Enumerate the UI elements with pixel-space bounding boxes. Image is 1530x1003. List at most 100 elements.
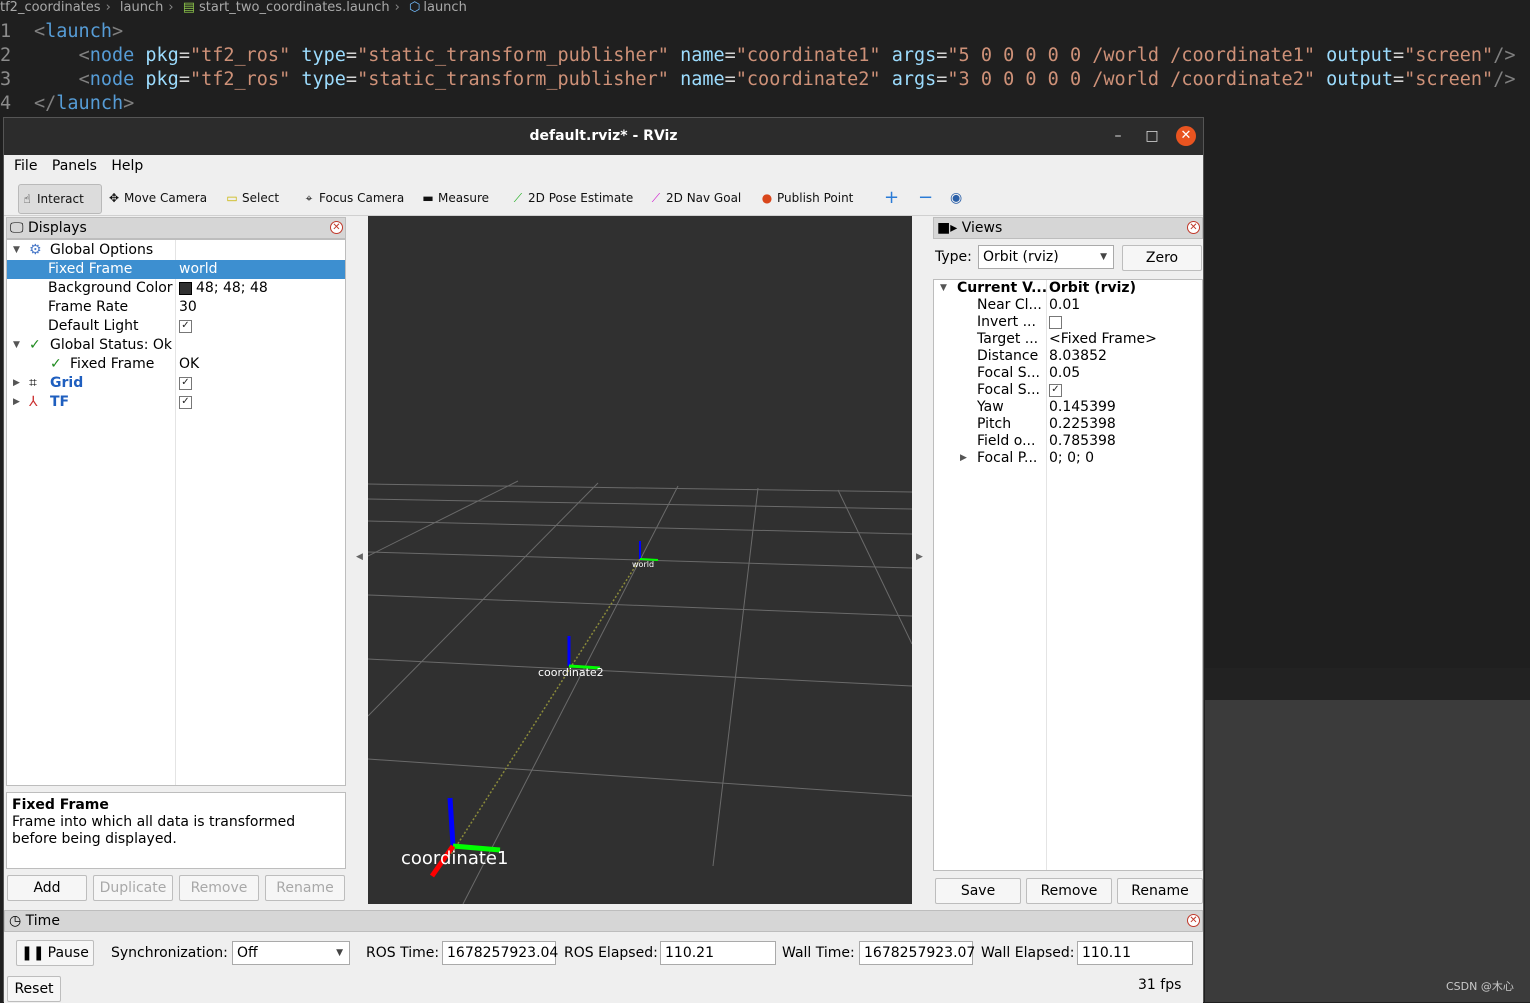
menu-help[interactable]: Help [111, 158, 143, 174]
coordinate2-frame-axes [567, 636, 601, 670]
ros-elapsed-label: ROS Elapsed: [564, 945, 658, 961]
minus-icon[interactable]: − [918, 184, 938, 212]
measure-button[interactable]: ▬ Measure [420, 184, 489, 212]
remove-view-button[interactable]: Remove [1026, 878, 1112, 904]
reset-button[interactable]: Reset [7, 976, 61, 1002]
breadcrumb-item[interactable]: launch [120, 0, 163, 15]
nav-goal-button[interactable]: ⟋ 2D Nav Goal [648, 184, 741, 212]
menu-file[interactable]: File [14, 158, 37, 174]
watermark: CSDN @木心 [1446, 980, 1514, 993]
plus-icon[interactable]: + [884, 184, 904, 212]
check-icon: ✓ [50, 356, 62, 372]
add-button[interactable]: Add [7, 875, 87, 901]
tree-row-target[interactable]: Target ... <Fixed Frame> [934, 331, 1202, 348]
wall-elapsed-label: Wall Elapsed: [981, 945, 1075, 961]
breadcrumb-item[interactable]: start_two_coordinates.launch [199, 0, 390, 15]
tree-row-tf[interactable]: ▶ ⅄ TF ✓ [7, 393, 345, 412]
pose-estimate-button[interactable]: ⟋ 2D Pose Estimate [510, 184, 634, 212]
tf-checkbox[interactable]: ✓ [179, 395, 192, 409]
close-panel-icon[interactable]: ✕ [1187, 914, 1200, 927]
tree-row-status-fixed-frame[interactable]: ✓ Fixed Frame OK [7, 355, 345, 374]
focal-shape-checkbox[interactable]: ✓ [1049, 383, 1062, 397]
tree-row-default-light[interactable]: Default Light ✓ [7, 317, 345, 336]
3d-viewport[interactable]: world coordinate2 coordinate1 [368, 216, 912, 904]
code-line[interactable]: 4 </launch> [0, 92, 134, 116]
sync-select[interactable]: Off ▼ [232, 941, 350, 965]
select-button[interactable]: ▭ Select [224, 184, 279, 212]
tree-row-fixed-frame[interactable]: Fixed Frame world [7, 260, 345, 279]
tree-row-field-of-view[interactable]: Field o... 0.785398 [934, 433, 1202, 450]
symbol-icon: ⬡ [409, 0, 421, 15]
ruler-icon: ▬ [422, 191, 434, 205]
axes-icon: ⅄ [29, 394, 38, 410]
eye-icon[interactable]: ◉ [950, 184, 974, 212]
move-camera-button[interactable]: ✥ Move Camera [106, 184, 207, 212]
tree-row-pitch[interactable]: Pitch 0.225398 [934, 416, 1202, 433]
interact-button[interactable]: ☝ Interact [18, 184, 102, 214]
displays-header: 🖵 Displays ✕ [6, 217, 346, 239]
close-icon[interactable]: ✕ [1176, 126, 1196, 146]
remove-button[interactable]: Remove [179, 875, 259, 901]
title-bar[interactable]: default.rviz* - RViz – □ ✕ [4, 118, 1203, 155]
zero-button[interactable]: Zero [1122, 245, 1202, 271]
ros-elapsed-field[interactable]: 110.21 [660, 941, 776, 965]
chevron-down-icon: ▼ [336, 948, 343, 958]
displays-tree: ▼ ⚙ Global Options Fixed Frame world Backgr… [6, 239, 346, 786]
grid-icon: ⌗ [29, 375, 37, 391]
views-header: ■▸ Views ✕ [933, 217, 1203, 239]
code-line[interactable]: 2 <node pkg="tf2_ros" type="static_trans… [0, 44, 1515, 68]
sync-label: Synchronization: [111, 945, 228, 961]
pause-button[interactable]: ❚❚ Pause [16, 940, 94, 966]
duplicate-button[interactable]: Duplicate [93, 875, 173, 901]
tree-row-grid[interactable]: ▶ ⌗ Grid ✓ [7, 374, 345, 393]
invert-checkbox[interactable] [1049, 315, 1062, 329]
menu-panels[interactable]: Panels [52, 158, 97, 174]
close-panel-icon[interactable]: ✕ [1187, 221, 1200, 234]
breadcrumb: tf2_coordinates › launch › ▤ start_two_coor… [0, 0, 467, 15]
maximize-icon[interactable]: □ [1142, 126, 1162, 146]
wall-time-field[interactable]: 1678257923.07 [859, 941, 975, 965]
tree-row-invert[interactable]: Invert ... [934, 314, 1202, 331]
code-editor: tf2_coordinates › launch › ▤ start_two_coor… [0, 0, 1530, 117]
tree-row-focal-shape-fixed[interactable]: Focal S... ✓ [934, 382, 1202, 399]
background-panel [1205, 700, 1530, 1002]
gear-icon: ⚙ [29, 242, 42, 258]
world-frame-axes [639, 541, 659, 561]
collapse-left-icon[interactable]: ◀ [356, 552, 363, 562]
minimize-icon[interactable]: – [1108, 126, 1128, 146]
rename-button[interactable]: Rename [265, 875, 345, 901]
code-line[interactable]: 1 <launch> [0, 20, 123, 44]
ros-time-field[interactable]: 1678257923.04 [442, 941, 558, 965]
tree-row-global-status[interactable]: ▼ ✓ Global Status: Ok [7, 336, 345, 355]
collapse-right-icon[interactable]: ▶ [916, 552, 923, 562]
tree-row-distance[interactable]: Distance 8.03852 [934, 348, 1202, 365]
tree-row-near-clip[interactable]: Near Cl... 0.01 [934, 297, 1202, 314]
tree-row-focal-shape-size[interactable]: Focal S... 0.05 [934, 365, 1202, 382]
tree-row-focal-point[interactable]: ▶ Focal P... 0; 0; 0 [934, 450, 1202, 467]
grid-checkbox[interactable]: ✓ [179, 376, 192, 390]
tree-row-yaw[interactable]: Yaw 0.145399 [934, 399, 1202, 416]
green-arrow-icon: ⟋ [513, 191, 523, 205]
tree-row-global-options[interactable]: ▼ ⚙ Global Options [7, 241, 345, 260]
tree-row-background-color[interactable]: Background Color 48; 48; 48 [7, 279, 345, 298]
wall-elapsed-field[interactable]: 110.11 [1077, 941, 1193, 965]
close-panel-icon[interactable]: ✕ [330, 221, 343, 234]
rename-view-button[interactable]: Rename [1117, 878, 1203, 904]
tree-row-current-view[interactable]: ▼ Current V... Orbit (rviz) [934, 280, 1202, 297]
color-swatch[interactable] [179, 281, 192, 295]
chevron-down-icon: ▼ [1100, 252, 1107, 262]
time-header: ◷ Time ✕ [4, 910, 1203, 932]
focus-camera-button[interactable]: ⌖ Focus Camera [301, 184, 405, 212]
code-line[interactable]: 3 <node pkg="tf2_ros" type="static_trans… [0, 68, 1515, 92]
viewport-canvas[interactable]: world coordinate2 coordinate1 [368, 216, 912, 904]
breadcrumb-item[interactable]: launch [423, 0, 466, 15]
breadcrumb-item[interactable]: tf2_coordinates [0, 0, 101, 15]
tree-row-frame-rate[interactable]: Frame Rate 30 [7, 298, 345, 317]
view-type-select[interactable]: Orbit (rviz) ▼ [978, 245, 1114, 269]
crosshair-icon: ⌖ [305, 191, 313, 205]
save-view-button[interactable]: Save [935, 878, 1021, 904]
publish-point-button[interactable]: ● Publish Point [759, 184, 854, 212]
camera-icon: ■▸ [937, 220, 958, 236]
default-light-checkbox[interactable]: ✓ [179, 319, 192, 333]
fps-counter: 31 fps [1138, 977, 1182, 993]
